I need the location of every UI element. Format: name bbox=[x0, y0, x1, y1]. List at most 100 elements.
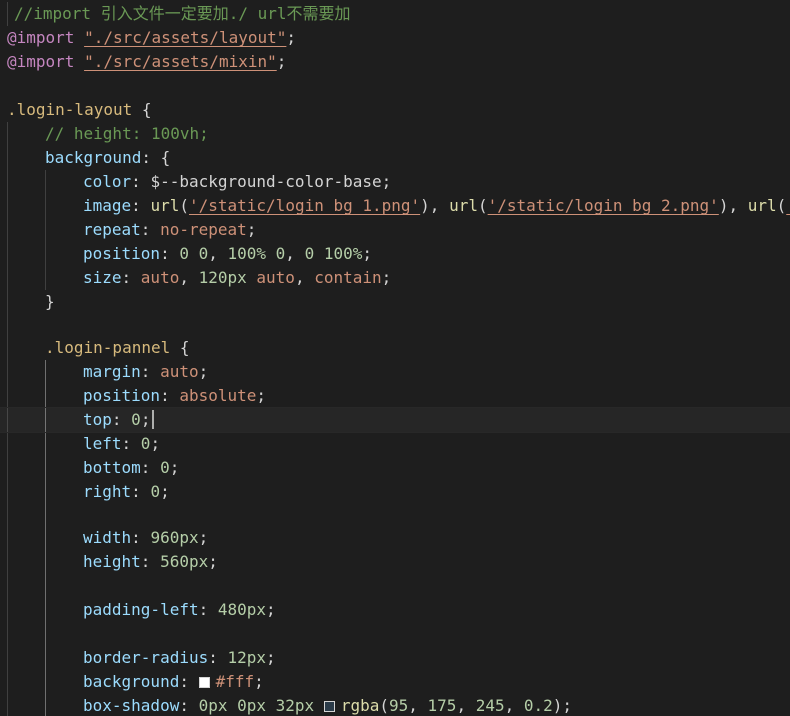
value-keyword: auto bbox=[160, 362, 199, 381]
code-line-26[interactable]: padding-left: 480px; bbox=[0, 598, 790, 622]
semicolon: ; bbox=[198, 528, 209, 547]
rgba-function: rgba bbox=[340, 696, 380, 715]
property: box-shadow bbox=[83, 696, 180, 715]
at-import: @import bbox=[7, 28, 75, 47]
at-import: @import bbox=[7, 52, 75, 71]
code-line-17[interactable]: position: absolute; bbox=[0, 384, 790, 408]
semicolon: ; bbox=[381, 172, 392, 191]
colon: : bbox=[131, 482, 151, 501]
value-keyword: auto bbox=[140, 268, 180, 287]
code-line-30[interactable]: box-shadow: 0px 0px 32px rgba(95, 175, 2… bbox=[0, 694, 790, 716]
colon: : bbox=[208, 648, 228, 667]
property: repeat bbox=[83, 220, 141, 239]
selector: .login-pannel bbox=[45, 338, 171, 357]
code-line-2[interactable]: @import "./src/assets/layout"; bbox=[0, 26, 790, 50]
value-keyword: no-repeat bbox=[160, 220, 247, 239]
code-editor[interactable]: //import 引入文件一定要加./ url不需要加 @import "./s… bbox=[0, 0, 790, 716]
brace: { bbox=[132, 100, 152, 119]
code-line-20[interactable]: bottom: 0; bbox=[0, 456, 790, 480]
code-line-3[interactable]: @import "./src/assets/mixin"; bbox=[0, 50, 790, 74]
code-line-13[interactable]: } bbox=[0, 290, 790, 314]
colon: : bbox=[121, 268, 141, 287]
paren: ), bbox=[718, 196, 748, 215]
url-function: url bbox=[747, 196, 777, 215]
brace: { bbox=[170, 338, 190, 357]
comma: , bbox=[456, 696, 476, 715]
code-line-11[interactable]: position: 0 0, 100% 0, 0 100%; bbox=[0, 242, 790, 266]
color-swatch-icon[interactable] bbox=[198, 677, 210, 688]
url-link[interactable]: ' bbox=[786, 196, 790, 215]
value-number: 95 bbox=[389, 696, 409, 715]
import-path[interactable]: "./src/assets/mixin" bbox=[84, 52, 277, 71]
value-keyword: absolute bbox=[179, 386, 257, 405]
value-color: #fff bbox=[215, 672, 255, 691]
value-number: 245 bbox=[475, 696, 505, 715]
value-number: 480px bbox=[217, 600, 267, 619]
code-line-24[interactable]: height: 560px; bbox=[0, 550, 790, 574]
semicolon: ; bbox=[208, 552, 218, 571]
paren: ( bbox=[477, 196, 488, 215]
code-line-9[interactable]: image: url('/static/login_bg_1.png'), ur… bbox=[0, 194, 790, 218]
code-line-15[interactable]: .login-pannel { bbox=[0, 336, 790, 360]
value-number: 0px 0px 32px bbox=[198, 696, 315, 715]
url-link[interactable]: '/static/login_bg_1.png' bbox=[189, 196, 420, 215]
colon: : bbox=[160, 386, 180, 405]
paren: ) bbox=[552, 696, 563, 715]
code-line-29[interactable]: background: #fff; bbox=[0, 670, 790, 694]
import-path[interactable]: "./src/assets/layout" bbox=[84, 28, 286, 47]
value-keyword: auto bbox=[256, 268, 295, 287]
code-line-8[interactable]: color: $--background-color-base; bbox=[0, 170, 790, 194]
value-number: 0 100% bbox=[304, 244, 363, 263]
code-line-5[interactable]: .login-layout { bbox=[0, 98, 790, 122]
comma: , bbox=[294, 268, 315, 287]
paren: ( bbox=[179, 196, 189, 215]
property: background bbox=[83, 672, 180, 691]
semicolon: ; bbox=[266, 600, 276, 619]
semicolon: ; bbox=[362, 244, 372, 263]
code-line-21[interactable]: right: 0; bbox=[0, 480, 790, 504]
semicolon: ; bbox=[140, 410, 151, 429]
code-line-6[interactable]: // height: 100vh; bbox=[0, 122, 790, 146]
value-number: 0 bbox=[150, 482, 161, 501]
semicolon: ; bbox=[562, 696, 573, 715]
code-line-18-current[interactable]: top: 0; bbox=[0, 407, 790, 433]
property: background bbox=[45, 148, 142, 167]
colon: : bbox=[131, 196, 151, 215]
color-swatch-icon[interactable] bbox=[323, 701, 335, 712]
brace: } bbox=[45, 292, 55, 311]
semicolon: ; bbox=[276, 52, 287, 71]
code-line-28[interactable]: border-radius: 12px; bbox=[0, 646, 790, 670]
url-link[interactable]: '/static/login_bg_2.png' bbox=[488, 196, 719, 215]
semicolon: ; bbox=[256, 386, 267, 405]
semicolon: ; bbox=[286, 28, 297, 47]
code-line-23[interactable]: width: 960px; bbox=[0, 526, 790, 550]
code-line-7[interactable]: background: { bbox=[0, 146, 790, 170]
property: padding-left bbox=[83, 600, 199, 619]
value-number: 12px bbox=[227, 648, 267, 667]
scss-variable: $--background-color-base bbox=[150, 172, 382, 191]
code-line-19[interactable]: left: 0; bbox=[0, 432, 790, 456]
url-function: url bbox=[449, 196, 478, 215]
value-keyword: contain bbox=[314, 268, 382, 287]
value-number: 960px bbox=[150, 528, 199, 547]
property: left bbox=[83, 434, 122, 453]
semicolon: ; bbox=[246, 220, 257, 239]
code-line-12[interactable]: size: auto, 120px auto, contain; bbox=[0, 266, 790, 290]
value-number: 0.2 bbox=[523, 696, 553, 715]
code-line-16[interactable]: margin: auto; bbox=[0, 360, 790, 384]
colon: : bbox=[131, 528, 151, 547]
comma: , bbox=[285, 244, 305, 263]
text-cursor bbox=[152, 410, 155, 429]
code-line-10[interactable]: repeat: no-repeat; bbox=[0, 218, 790, 242]
colon: : bbox=[140, 362, 161, 381]
colon: : bbox=[179, 696, 199, 715]
colon: : bbox=[121, 434, 141, 453]
colon: : bbox=[160, 244, 180, 263]
colon: : bbox=[179, 672, 199, 691]
comma: , bbox=[504, 696, 524, 715]
property: top bbox=[83, 410, 112, 429]
colon: : bbox=[198, 600, 218, 619]
property: width bbox=[83, 528, 132, 547]
code-line-1[interactable]: //import 引入文件一定要加./ url不需要加 bbox=[0, 2, 790, 26]
